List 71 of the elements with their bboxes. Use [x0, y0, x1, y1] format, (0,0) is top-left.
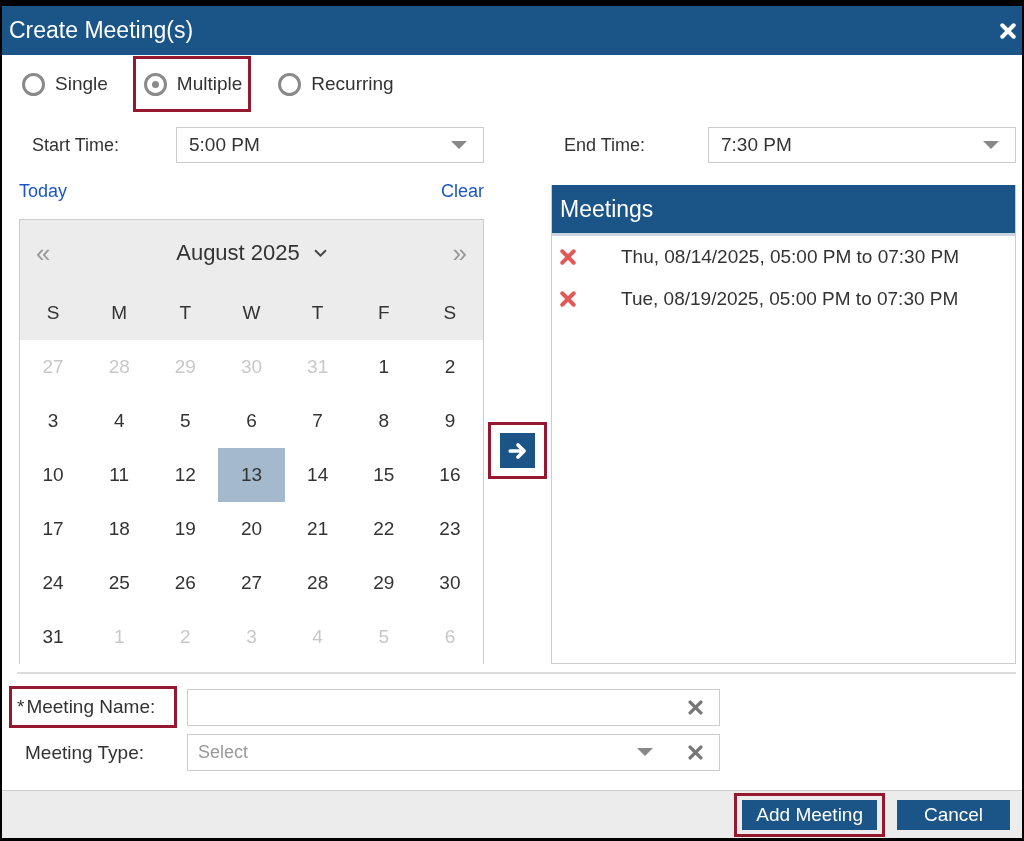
calendar-day[interactable]: 12	[152, 448, 219, 502]
calendar-day[interactable]: 30	[416, 556, 483, 610]
meeting-entry: Thu, 08/14/2025, 05:00 PM to 07:30 PM	[621, 246, 959, 268]
clear-icon[interactable]	[688, 699, 703, 715]
calendar-day[interactable]: 3	[20, 394, 87, 448]
field-value: 7:30 PM	[721, 134, 792, 156]
field-label: Meeting Name:	[26, 696, 156, 718]
add-date-button[interactable]	[500, 433, 535, 468]
meeting-name-field[interactable]	[187, 688, 720, 726]
calendar-day[interactable]: 18	[86, 502, 153, 556]
calendar-day[interactable]: 22	[350, 502, 417, 556]
calendar-day[interactable]: 11	[86, 448, 153, 502]
calendar-day[interactable]: 17	[20, 502, 87, 556]
window-title: Create Meeting(s)	[9, 17, 194, 44]
field-label: Meeting Type:	[25, 741, 144, 764]
weekday-label: T	[310, 301, 325, 325]
calendar-day[interactable]: 31	[20, 610, 87, 664]
calendar-day[interactable]: 21	[284, 502, 351, 556]
calendar-day[interactable]: 24	[20, 556, 87, 610]
calendar-day[interactable]: 5	[152, 394, 219, 448]
clear-link[interactable]: Clear	[441, 180, 484, 202]
calendar-day[interactable]: 13	[218, 448, 285, 502]
calendar-day[interactable]: 23	[416, 502, 483, 556]
close-icon[interactable]	[1000, 22, 1016, 39]
dialog-button[interactable]: Add Meeting	[742, 799, 877, 830]
radio-option[interactable]: Single	[11, 56, 117, 112]
calendar-day[interactable]: 6	[218, 394, 285, 448]
calendar-day[interactable]: 4	[86, 394, 153, 448]
field-value: 5:00 PM	[189, 134, 260, 156]
calendar-day[interactable]: 14	[284, 448, 351, 502]
field-label: End Time:	[563, 134, 647, 156]
remove-icon[interactable]	[560, 249, 576, 265]
calendar-day[interactable]: 29	[350, 556, 417, 610]
placeholder-text: Select	[198, 742, 249, 763]
radio-option[interactable]: Multiple	[132, 56, 252, 112]
weekday-label: S	[45, 301, 61, 325]
required-mark: *	[17, 696, 25, 718]
panel-title: Meetings	[560, 195, 654, 223]
weekday-label: M	[110, 301, 129, 325]
calendar-day[interactable]: 10	[20, 448, 87, 502]
remove-icon[interactable]	[560, 291, 576, 307]
calendar-day[interactable]: 20	[218, 502, 285, 556]
dropdown-arrow-icon[interactable]	[637, 748, 653, 756]
month-selector[interactable]: August 2025	[176, 240, 327, 266]
field-label: Start Time:	[31, 134, 121, 156]
weekday-label: F	[376, 301, 391, 325]
radio-option[interactable]: Recurring	[267, 56, 403, 112]
meeting-entry: Tue, 08/19/2025, 05:00 PM to 07:30 PM	[621, 288, 959, 310]
calendar-day[interactable]: 7	[284, 394, 351, 448]
calendar-day[interactable]: 25	[86, 556, 153, 610]
start-time-dropdown[interactable]: 5:00 PM	[176, 127, 484, 163]
calendar-day[interactable]: 28	[284, 556, 351, 610]
calendar-day[interactable]: 9	[416, 394, 483, 448]
today-link[interactable]: Today	[19, 180, 68, 202]
calendar-day[interactable]: 1	[350, 340, 417, 394]
weekday-label: T	[178, 301, 193, 325]
calendar-day[interactable]: 16	[416, 448, 483, 502]
calendar-day[interactable]: 27	[218, 556, 285, 610]
calendar-day[interactable]: 2	[416, 340, 483, 394]
weekday-label: S	[442, 301, 458, 325]
dropdown-arrow-icon[interactable]	[983, 141, 999, 149]
end-time-dropdown[interactable]: 7:30 PM	[708, 127, 1016, 163]
calendar-day[interactable]: 8	[350, 394, 417, 448]
chevron-down-icon[interactable]	[313, 248, 327, 258]
calendar-day[interactable]: 19	[152, 502, 219, 556]
dropdown-arrow-icon[interactable]	[451, 141, 467, 149]
calendar-day[interactable]: 15	[350, 448, 417, 502]
dialog-button[interactable]: Cancel	[897, 799, 1010, 830]
clear-icon[interactable]	[688, 745, 703, 760]
calendar-day[interactable]: 26	[152, 556, 219, 610]
weekday-label: W	[241, 301, 262, 325]
